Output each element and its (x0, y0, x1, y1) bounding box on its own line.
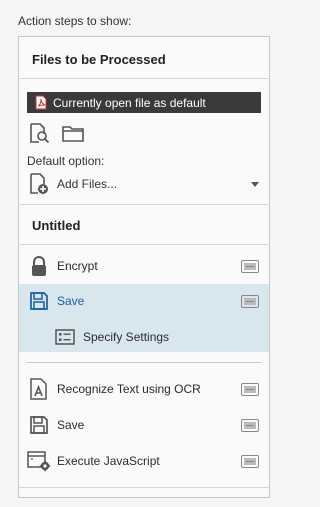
instructions-toggle-icon[interactable] (241, 259, 259, 273)
save-icon (27, 289, 51, 313)
current-file-bar[interactable]: Currently open file as default (27, 92, 261, 113)
add-files-label: Add Files... (57, 177, 118, 191)
chevron-down-icon[interactable] (249, 181, 261, 187)
action-execute-javascript[interactable]: Execute JavaScript (19, 444, 269, 478)
action-steps-label: Action steps to show: (18, 14, 132, 28)
instructions-toggle-icon[interactable] (241, 454, 259, 468)
ocr-text-icon (27, 377, 51, 401)
action-save-selected[interactable]: Save (19, 284, 269, 318)
divider (19, 487, 269, 488)
divider (27, 362, 261, 363)
instructions-toggle-icon[interactable] (241, 382, 259, 396)
action-label: Save (57, 418, 85, 432)
action-label: Save (57, 294, 85, 308)
current-file-label: Currently open file as default (53, 95, 206, 110)
divider (19, 78, 269, 79)
default-option-label: Default option: (27, 154, 105, 168)
action-label: Execute JavaScript (57, 454, 160, 468)
divider (19, 244, 269, 245)
add-files-dropdown[interactable]: Add Files... (27, 172, 261, 196)
action-recognize-text[interactable]: Recognize Text using OCR (19, 372, 269, 406)
action-encrypt[interactable]: Encrypt (19, 249, 269, 283)
files-section-title: Files to be Processed (32, 52, 166, 67)
save-icon (27, 413, 51, 437)
untitled-section-title: Untitled (32, 218, 81, 233)
action-specify-settings[interactable]: Specify Settings (55, 326, 169, 348)
divider (19, 204, 269, 205)
action-save[interactable]: Save (19, 408, 269, 442)
add-file-icon (27, 172, 51, 196)
search-file-icon[interactable] (27, 121, 51, 145)
action-steps-panel: Files to be Processed Currently open fil… (18, 36, 270, 498)
javascript-icon (27, 449, 51, 473)
instructions-toggle-icon[interactable] (241, 418, 259, 432)
pdf-file-icon (34, 95, 47, 110)
action-label: Encrypt (57, 259, 98, 273)
action-label: Recognize Text using OCR (57, 382, 201, 396)
lock-icon (27, 254, 51, 278)
action-label: Specify Settings (83, 330, 170, 344)
settings-list-icon (55, 329, 75, 345)
instructions-toggle-icon[interactable] (241, 294, 259, 308)
folder-icon[interactable] (61, 121, 85, 145)
